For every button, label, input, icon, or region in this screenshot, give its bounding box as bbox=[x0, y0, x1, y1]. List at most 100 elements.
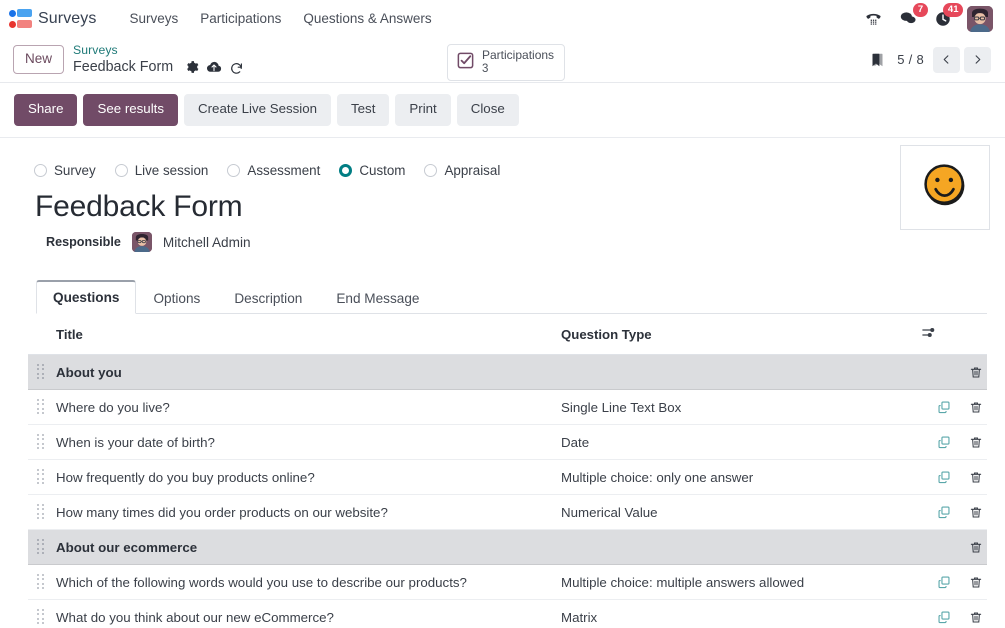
row-question-type[interactable]: Matrix bbox=[561, 600, 921, 628]
trash-icon[interactable] bbox=[965, 536, 987, 558]
row-title[interactable]: About our ecommerce bbox=[56, 530, 561, 565]
table-row[interactable]: How frequently do you buy products onlin… bbox=[28, 460, 987, 495]
create-live-session-button[interactable]: Create Live Session bbox=[184, 94, 331, 126]
gear-icon[interactable] bbox=[181, 58, 203, 76]
trash-icon[interactable] bbox=[965, 396, 987, 418]
tab-description[interactable]: Description bbox=[217, 282, 319, 314]
drag-handle-cell[interactable] bbox=[28, 355, 56, 390]
header-question-type[interactable]: Question Type bbox=[561, 314, 921, 355]
row-question-type[interactable]: Multiple choice: only one answer bbox=[561, 460, 921, 495]
drag-handle-cell[interactable] bbox=[28, 600, 56, 628]
print-button[interactable]: Print bbox=[395, 94, 450, 126]
table-row[interactable]: When is your date of birth? Date bbox=[28, 425, 987, 460]
duplicate-icon[interactable] bbox=[933, 396, 955, 418]
radio-circle-survey bbox=[34, 164, 47, 177]
row-title[interactable]: Which of the following words would you u… bbox=[56, 565, 561, 600]
phone-dialpad-icon[interactable] bbox=[862, 8, 884, 30]
table-row[interactable]: Which of the following words would you u… bbox=[28, 565, 987, 600]
row-title[interactable]: What do you think about our new eCommerc… bbox=[56, 600, 561, 628]
drag-handle-icon[interactable] bbox=[37, 574, 46, 591]
bookmark-icon[interactable] bbox=[866, 51, 888, 69]
row-question-type[interactable]: Single Line Text Box bbox=[561, 390, 921, 425]
drag-handle-icon[interactable] bbox=[37, 364, 46, 381]
table-row[interactable]: About our ecommerce bbox=[28, 530, 987, 565]
drag-handle-icon[interactable] bbox=[37, 539, 46, 556]
cover-image-box[interactable] bbox=[900, 145, 990, 230]
drag-handle-cell[interactable] bbox=[28, 565, 56, 600]
drag-handle-icon[interactable] bbox=[37, 434, 46, 451]
radio-option-custom[interactable]: Custom bbox=[339, 163, 405, 178]
table-row[interactable]: Where do you live? Single Line Text Box bbox=[28, 390, 987, 425]
nav-participations[interactable]: Participations bbox=[189, 3, 292, 34]
row-question-type[interactable] bbox=[561, 355, 921, 390]
activities-badge: 41 bbox=[943, 3, 963, 18]
row-title[interactable]: How many times did you order products on… bbox=[56, 495, 561, 530]
sliders-settings-icon[interactable] bbox=[921, 325, 936, 343]
survey-type-radio-group: Survey Live session Assessment Custom Ap… bbox=[34, 163, 987, 178]
tab-end-message[interactable]: End Message bbox=[319, 282, 436, 314]
logo-bar-blue bbox=[17, 9, 32, 17]
trash-icon[interactable] bbox=[965, 606, 987, 628]
duplicate-icon[interactable] bbox=[933, 571, 955, 593]
see-results-button[interactable]: See results bbox=[83, 94, 178, 126]
undo-icon[interactable] bbox=[225, 58, 247, 76]
close-button[interactable]: Close bbox=[457, 94, 519, 126]
breadcrumb-parent-surveys[interactable]: Surveys bbox=[73, 43, 247, 58]
participations-stat-button[interactable]: Participations 3 bbox=[447, 44, 565, 81]
row-title[interactable]: When is your date of birth? bbox=[56, 425, 561, 460]
messages-icon[interactable]: 7 bbox=[897, 8, 919, 30]
radio-option-assessment[interactable]: Assessment bbox=[227, 163, 320, 178]
drag-handle-cell[interactable] bbox=[28, 530, 56, 565]
row-title[interactable]: About you bbox=[56, 355, 561, 390]
smiley-face-icon bbox=[918, 158, 972, 217]
radio-option-survey[interactable]: Survey bbox=[34, 163, 96, 178]
nav-surveys[interactable]: Surveys bbox=[119, 3, 190, 34]
user-avatar[interactable] bbox=[967, 6, 993, 32]
row-title[interactable]: Where do you live? bbox=[56, 390, 561, 425]
clock-activities-icon[interactable]: 41 bbox=[932, 8, 954, 30]
cloud-upload-icon[interactable] bbox=[203, 58, 225, 76]
header-title[interactable]: Title bbox=[56, 314, 561, 355]
duplicate-icon[interactable] bbox=[933, 606, 955, 628]
drag-handle-cell[interactable] bbox=[28, 425, 56, 460]
odoo-surveys-logo-icon[interactable] bbox=[9, 9, 31, 29]
row-title[interactable]: How frequently do you buy products onlin… bbox=[56, 460, 561, 495]
table-row[interactable]: About you bbox=[28, 355, 987, 390]
row-question-type[interactable]: Multiple choice: multiple answers allowe… bbox=[561, 565, 921, 600]
row-question-type[interactable]: Date bbox=[561, 425, 921, 460]
share-button[interactable]: Share bbox=[14, 94, 77, 126]
tab-questions[interactable]: Questions bbox=[36, 280, 136, 314]
trash-icon[interactable] bbox=[965, 466, 987, 488]
pager-previous-button[interactable] bbox=[933, 47, 960, 73]
trash-icon[interactable] bbox=[965, 361, 987, 383]
responsible-field: Responsible Mitchell Admin bbox=[46, 232, 987, 252]
radio-label-live-session: Live session bbox=[135, 163, 209, 178]
responsible-name[interactable]: Mitchell Admin bbox=[163, 235, 251, 250]
app-brand-name[interactable]: Surveys bbox=[38, 10, 97, 28]
trash-icon[interactable] bbox=[965, 431, 987, 453]
pager-next-button[interactable] bbox=[964, 47, 991, 73]
drag-handle-icon[interactable] bbox=[37, 399, 46, 416]
drag-handle-icon[interactable] bbox=[37, 504, 46, 521]
row-question-type[interactable] bbox=[561, 530, 921, 565]
table-row[interactable]: What do you think about our new eCommerc… bbox=[28, 600, 987, 628]
tab-options[interactable]: Options bbox=[136, 282, 217, 314]
duplicate-icon[interactable] bbox=[933, 501, 955, 523]
trash-icon[interactable] bbox=[965, 571, 987, 593]
radio-option-appraisal[interactable]: Appraisal bbox=[424, 163, 500, 178]
duplicate-icon[interactable] bbox=[933, 466, 955, 488]
trash-icon[interactable] bbox=[965, 501, 987, 523]
drag-handle-icon[interactable] bbox=[37, 469, 46, 486]
radio-option-live-session[interactable]: Live session bbox=[115, 163, 209, 178]
page-title[interactable]: Feedback Form bbox=[35, 190, 987, 225]
table-row[interactable]: How many times did you order products on… bbox=[28, 495, 987, 530]
drag-handle-cell[interactable] bbox=[28, 390, 56, 425]
test-button[interactable]: Test bbox=[337, 94, 389, 126]
drag-handle-cell[interactable] bbox=[28, 460, 56, 495]
drag-handle-cell[interactable] bbox=[28, 495, 56, 530]
row-question-type[interactable]: Numerical Value bbox=[561, 495, 921, 530]
drag-handle-icon[interactable] bbox=[37, 609, 46, 626]
duplicate-icon[interactable] bbox=[933, 431, 955, 453]
new-record-button[interactable]: New bbox=[13, 45, 64, 74]
nav-questions-answers[interactable]: Questions & Answers bbox=[292, 3, 442, 34]
